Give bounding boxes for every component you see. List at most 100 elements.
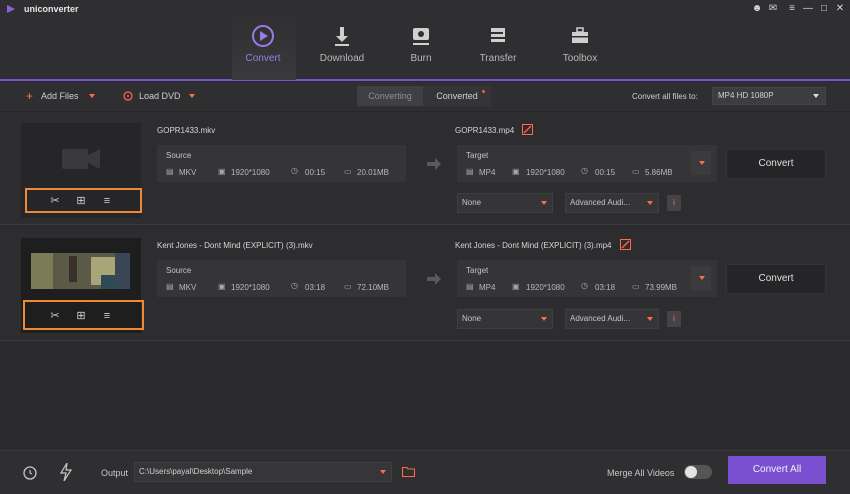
edit-name-icon[interactable] bbox=[522, 124, 533, 135]
dvd-icon bbox=[123, 91, 133, 101]
load-dvd-button[interactable]: Load DVD bbox=[139, 91, 181, 101]
convert-all-format-select[interactable]: MP4 HD 1080P bbox=[712, 87, 826, 105]
target-format-dropdown[interactable] bbox=[691, 266, 711, 290]
subtitle-value: None bbox=[462, 198, 482, 207]
target-resolution: 1920*1080 bbox=[526, 168, 565, 177]
play-circle-icon bbox=[252, 25, 274, 47]
audio-value: Advanced Audi... bbox=[570, 314, 631, 323]
resolution-icon: ▣ bbox=[512, 282, 520, 291]
download-icon bbox=[335, 27, 349, 46]
effects-sliders-icon[interactable]: ≡ bbox=[100, 194, 114, 208]
folder-icon: ▭ bbox=[632, 167, 640, 176]
audio-select[interactable]: Advanced Audi... bbox=[565, 309, 659, 329]
target-info-panel[interactable] bbox=[457, 260, 717, 297]
video-camera-icon bbox=[62, 149, 100, 169]
subtitle-value: None bbox=[462, 314, 482, 323]
trim-scissors-icon[interactable]: ✂ bbox=[48, 309, 62, 323]
lightning-icon[interactable] bbox=[60, 463, 72, 481]
crop-icon[interactable]: ⊞ bbox=[74, 309, 88, 323]
chevron-down-icon bbox=[699, 276, 705, 280]
target-duration: 00:15 bbox=[595, 168, 616, 177]
target-format: MP4 bbox=[479, 283, 496, 292]
target-resolution: 1920*1080 bbox=[526, 283, 565, 292]
source-duration: 00:15 bbox=[305, 168, 326, 177]
chevron-down-icon bbox=[541, 317, 547, 321]
app-title: uniconverter bbox=[24, 4, 79, 14]
target-info-panel[interactable] bbox=[457, 145, 717, 182]
film-icon: ▤ bbox=[166, 282, 174, 291]
convert-all-button[interactable]: Convert All bbox=[728, 456, 826, 484]
source-label: Source bbox=[166, 266, 192, 275]
target-size: 73.99MB bbox=[645, 283, 678, 292]
target-size: 5.86MB bbox=[645, 168, 673, 177]
info-button[interactable]: i bbox=[667, 195, 681, 211]
film-icon: ▤ bbox=[466, 282, 474, 291]
source-size: 20.01MB bbox=[357, 168, 390, 177]
arrow-right-icon bbox=[427, 158, 441, 170]
effects-sliders-icon[interactable]: ≡ bbox=[100, 309, 114, 323]
output-path-select[interactable]: C:\Users\payal\Desktop\Sample bbox=[134, 462, 392, 482]
tab-convert[interactable]: Convert bbox=[228, 18, 298, 78]
transfer-icon bbox=[491, 28, 505, 42]
clock-icon: ◷ bbox=[581, 166, 588, 175]
add-files-button[interactable]: Add Files bbox=[41, 91, 79, 101]
target-label: Target bbox=[466, 266, 489, 275]
resolution-icon: ▣ bbox=[218, 167, 226, 176]
add-files-plus-icon: + bbox=[26, 89, 34, 103]
tab-transfer[interactable]: Transfer bbox=[463, 18, 533, 78]
tab-label: Download bbox=[319, 53, 365, 64]
folder-icon: ▭ bbox=[344, 282, 352, 291]
subtitle-select[interactable]: None bbox=[457, 193, 553, 213]
source-resolution: 1920*1080 bbox=[231, 168, 270, 177]
accent-divider bbox=[0, 79, 850, 81]
folder-icon: ▭ bbox=[632, 282, 640, 291]
target-format: MP4 bbox=[479, 168, 496, 177]
edit-name-icon[interactable] bbox=[620, 239, 631, 250]
arrow-right-icon bbox=[427, 273, 441, 285]
target-filename: Kent Jones - Dont Mind (EXPLICIT) (3).mp… bbox=[455, 241, 612, 250]
chevron-down-icon bbox=[647, 201, 653, 205]
source-format: MKV bbox=[179, 168, 197, 177]
notification-dot bbox=[482, 90, 485, 93]
subtitle-select[interactable]: None bbox=[457, 309, 553, 329]
clock-icon: ◷ bbox=[291, 281, 298, 290]
target-format-dropdown[interactable] bbox=[691, 151, 711, 175]
source-resolution: 1920*1080 bbox=[231, 283, 270, 292]
convert-button[interactable]: Convert bbox=[726, 149, 826, 179]
target-duration: 03:18 bbox=[595, 283, 616, 292]
tab-converting[interactable]: Converting bbox=[357, 86, 423, 106]
app-logo-icon bbox=[7, 5, 15, 13]
source-size: 72.10MB bbox=[357, 283, 390, 292]
audio-select[interactable]: Advanced Audi... bbox=[565, 193, 659, 213]
load-dvd-dropdown-icon[interactable] bbox=[189, 94, 195, 98]
maximize-icon[interactable]: □ bbox=[818, 3, 830, 15]
trim-scissors-icon[interactable]: ✂ bbox=[48, 194, 62, 208]
alarm-clock-icon[interactable] bbox=[22, 464, 38, 480]
account-icon[interactable]: ☻ bbox=[751, 3, 763, 15]
convert-all-to-label: Convert all files to: bbox=[632, 92, 698, 101]
source-label: Source bbox=[166, 151, 192, 160]
toolbox-icon bbox=[572, 27, 588, 43]
open-folder-icon[interactable] bbox=[402, 466, 415, 477]
convert-button[interactable]: Convert bbox=[726, 264, 826, 294]
tab-label: Burn bbox=[410, 53, 432, 64]
audio-value: Advanced Audi... bbox=[570, 198, 631, 207]
tab-burn[interactable]: Burn bbox=[386, 18, 456, 78]
source-format: MKV bbox=[179, 283, 197, 292]
video-frame-image bbox=[31, 253, 130, 289]
tab-toolbox[interactable]: Toolbox bbox=[545, 18, 615, 78]
tab-download[interactable]: Download bbox=[307, 18, 377, 78]
disc-icon bbox=[413, 28, 429, 45]
tab-label: Convert bbox=[245, 53, 281, 64]
menu-icon[interactable]: ≡ bbox=[786, 3, 798, 15]
info-button[interactable]: i bbox=[667, 311, 681, 327]
output-path-value: C:\Users\payal\Desktop\Sample bbox=[139, 467, 253, 476]
close-icon[interactable]: ✕ bbox=[834, 3, 846, 15]
source-filename: Kent Jones - Dont Mind (EXPLICIT) (3).mk… bbox=[157, 241, 313, 250]
minimize-icon[interactable]: — bbox=[802, 3, 814, 15]
film-icon: ▤ bbox=[466, 167, 474, 176]
crop-icon[interactable]: ⊞ bbox=[74, 194, 88, 208]
add-files-dropdown-icon[interactable] bbox=[89, 94, 95, 98]
tab-converted[interactable]: Converted bbox=[423, 86, 491, 106]
feedback-icon[interactable]: ✉ bbox=[767, 3, 779, 15]
